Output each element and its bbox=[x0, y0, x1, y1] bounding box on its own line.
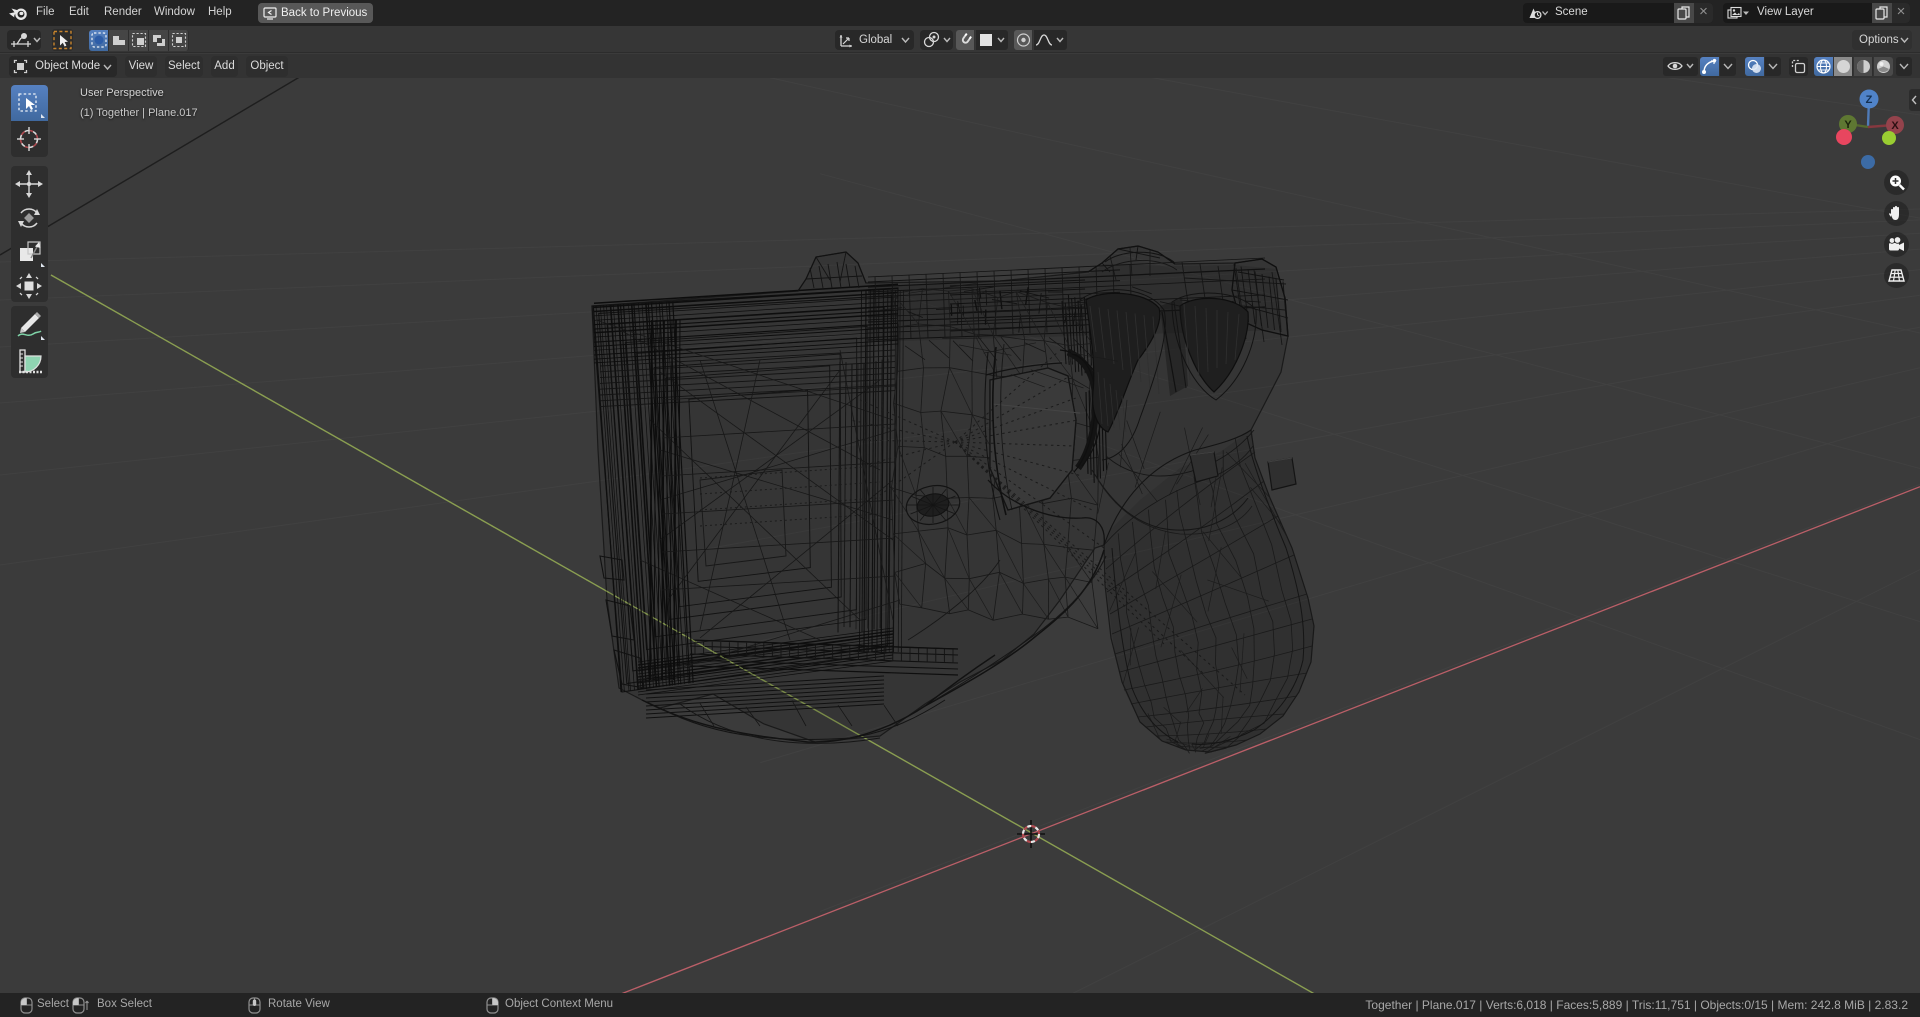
svg-text:Z: Z bbox=[1866, 94, 1873, 106]
svg-text:X: X bbox=[1891, 120, 1899, 132]
